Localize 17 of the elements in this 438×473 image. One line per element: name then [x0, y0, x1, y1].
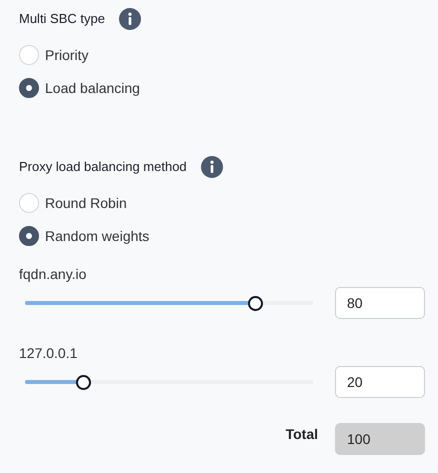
section-title: Proxy load balancing method [19, 158, 187, 176]
radio-button[interactable] [19, 226, 39, 246]
host-label: fqdn.any.io [19, 266, 88, 282]
radio-label[interactable]: Load balancing [45, 78, 140, 98]
info-icon[interactable] [118, 8, 141, 30]
slider-thumb[interactable] [248, 296, 264, 310]
radio-label[interactable]: Round Robin [45, 192, 127, 214]
total-label: Total [286, 424, 318, 444]
radio-label[interactable]: Random weights [45, 226, 150, 246]
host-label: 127.0.0.1 [19, 345, 78, 361]
weight-input[interactable]: 80 [335, 287, 425, 319]
info-icon[interactable] [200, 156, 223, 178]
radio-button[interactable] [19, 78, 39, 98]
slider-thumb[interactable] [76, 374, 91, 390]
weight-input[interactable]: 20 [335, 366, 425, 398]
section-title: Multi SBC type [19, 10, 105, 28]
radio-label[interactable]: Priority [45, 44, 89, 66]
